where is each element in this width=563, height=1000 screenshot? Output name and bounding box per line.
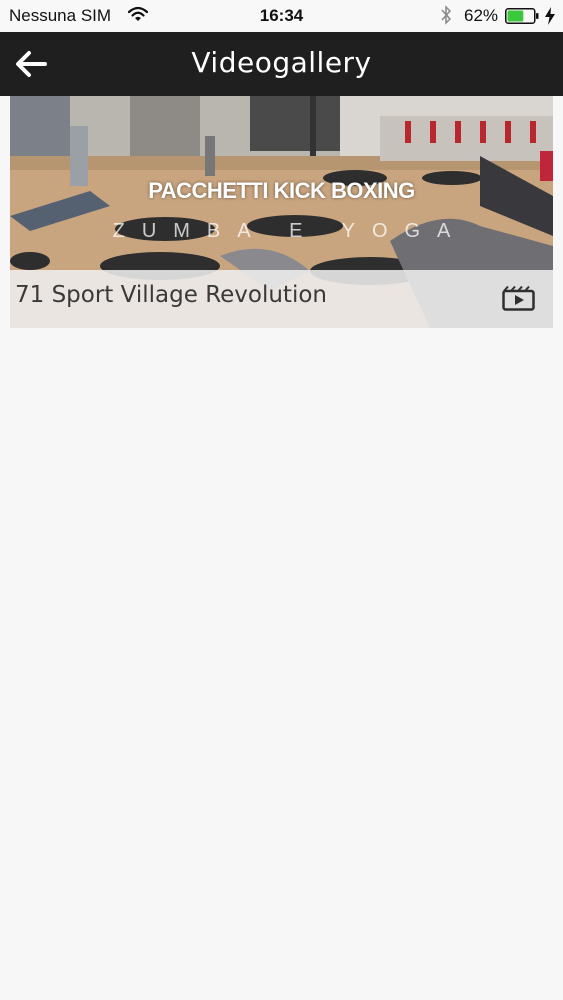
arrow-left-icon[interactable] (14, 48, 48, 80)
status-bar: Nessuna SIM 16:34 62% (0, 0, 563, 32)
battery-percent: 62% (464, 6, 499, 25)
thumbnail-subtitle-text: ZUMBA E YOGA (112, 220, 468, 242)
carrier-label: Nessuna SIM (9, 6, 112, 25)
navigation-bar: Videogallery (0, 32, 563, 96)
video-play-icon[interactable] (502, 285, 535, 311)
video-title: 71 Sport Village Revolution (15, 282, 327, 308)
battery-icon (505, 8, 539, 24)
video-caption-bar: 71 Sport Village Revolution (10, 270, 553, 328)
wifi-icon (128, 6, 148, 21)
video-card[interactable]: PACCHETTI KICK BOXING ZUMBA E YOGA 71 Sp… (10, 96, 553, 328)
charging-bolt-icon (545, 7, 555, 25)
page-title: Videogallery (191, 46, 372, 79)
bluetooth-icon (441, 5, 452, 25)
thumbnail-title-text: PACCHETTI KICK BOXING (148, 178, 415, 203)
